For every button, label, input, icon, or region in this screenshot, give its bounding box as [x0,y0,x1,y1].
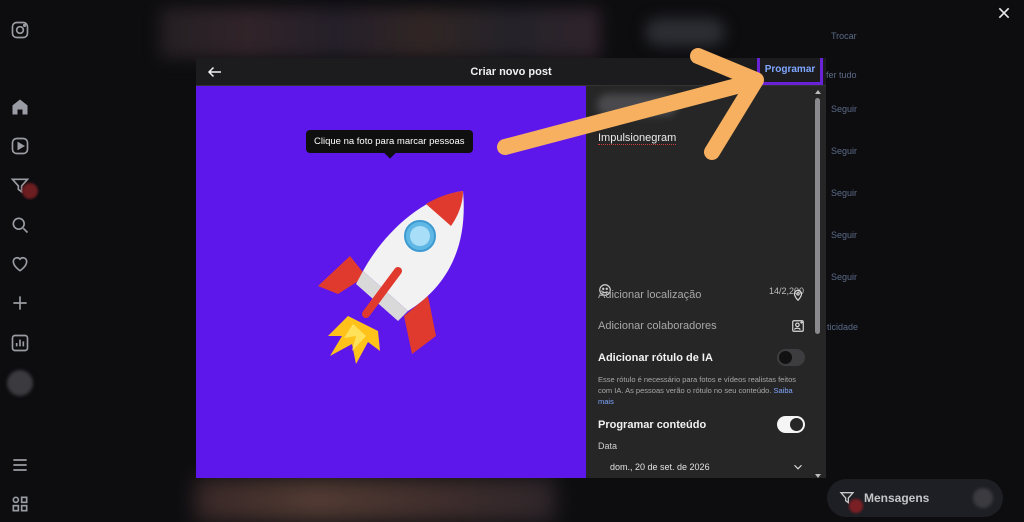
annotation-arrow-icon [497,48,764,160]
tag-people-tooltip: Clique na foto para marcar pessoas [306,130,473,153]
avatar [973,488,993,508]
add-location-label: Adicionar localização [598,289,702,301]
add-collaborators-row[interactable]: Adicionar colaboradores [598,320,805,332]
date-value: dom., 20 de set. de 2026 [610,462,710,472]
date-picker[interactable]: dom., 20 de set. de 2026 [598,458,805,476]
apps-icon[interactable] [10,494,30,514]
location-pin-icon [791,288,805,302]
switch-account-link[interactable]: Trocar [831,31,857,41]
sidebar [0,0,40,522]
ai-label-title: Adicionar rótulo de IA [598,352,713,364]
add-location-row[interactable]: Adicionar localização [598,288,805,302]
see-all-link[interactable]: fer tudo [826,70,857,80]
notification-badge [22,183,38,199]
panel-scrollbar[interactable] [815,90,821,478]
schedule-content-row: Programar conteúdo [598,416,805,433]
follow-link[interactable]: Seguir [831,104,857,114]
messages-bar[interactable]: Mensagens [827,479,1003,517]
ai-label-toggle[interactable] [777,349,805,366]
instagram-icon[interactable] [10,20,30,40]
feed-preview [195,478,555,522]
add-collaborators-label: Adicionar colaboradores [598,320,717,332]
rocket-illustration [318,191,464,364]
follow-link[interactable]: Seguir [831,230,857,240]
schedule-content-title: Programar conteúdo [598,419,707,431]
home-icon[interactable] [10,97,30,117]
heart-icon[interactable] [10,254,30,274]
date-label: Data [598,441,618,451]
follow-link[interactable]: Seguir [831,272,857,282]
follow-link[interactable]: Seguir [831,188,857,198]
reels-icon[interactable] [10,136,30,156]
close-icon[interactable] [996,5,1012,21]
footer-link[interactable]: ticidade [827,322,858,332]
messages-label: Mensagens [864,491,930,505]
create-icon[interactable] [10,293,30,313]
add-person-icon [791,319,805,333]
profile-avatar[interactable] [7,370,33,396]
ai-label-description: Esse rótulo é necessário para fotos e ví… [598,374,808,407]
menu-icon[interactable] [10,455,30,475]
notification-badge [849,499,863,513]
schedule-content-toggle[interactable] [777,416,805,433]
follow-link[interactable]: Seguir [831,146,857,156]
ai-label-description-text: Esse rótulo é necessário para fotos e ví… [598,375,797,395]
scrollbar-thumb[interactable] [815,98,820,334]
search-icon[interactable] [10,215,30,235]
chevron-down-icon [791,460,805,474]
insights-icon[interactable] [10,333,30,353]
ai-label-row: Adicionar rótulo de IA [598,349,805,366]
